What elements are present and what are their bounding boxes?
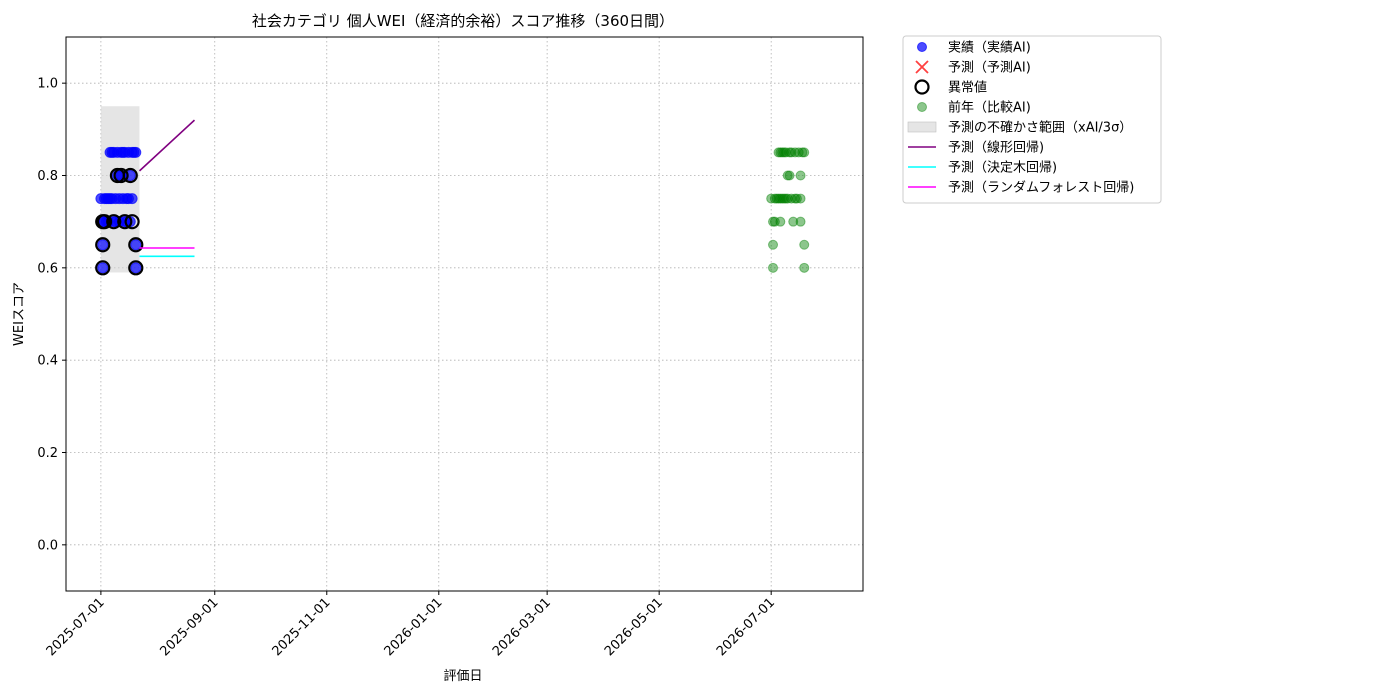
legend-marker-previous_year xyxy=(917,102,927,112)
previous-year-point xyxy=(775,216,786,227)
y-tick-label: 0.6 xyxy=(37,261,58,276)
previous-year-point xyxy=(784,170,795,181)
previous-year-point xyxy=(768,262,779,273)
legend-label-anomaly: 異常値 xyxy=(948,80,987,96)
actual-point xyxy=(97,262,109,274)
legend-label-previous_year: 前年（比較AI) xyxy=(948,100,1031,116)
x-tick-label: 2026-01-01 xyxy=(382,595,446,659)
x-axis-label: 評価日 xyxy=(443,669,482,684)
x-tick-label: 2025-09-01 xyxy=(158,595,222,659)
y-tick-label: 0.0 xyxy=(37,538,58,553)
plot-area: 2025-07-01 2025-09-01 2025-11-01 2026-01-01… xyxy=(37,37,863,659)
legend-label-tree: 予測（決定木回帰) xyxy=(948,160,1057,176)
previous-year-point xyxy=(799,147,810,158)
legend-label-forest: 予測（ランダムフォレスト回帰) xyxy=(948,180,1134,196)
previous-year-point xyxy=(795,170,806,181)
x-tick-label: 2025-07-01 xyxy=(44,595,108,659)
previous-year-point xyxy=(795,193,806,204)
plot-frame xyxy=(65,36,864,592)
x-tick-label: 2025-11-01 xyxy=(270,595,334,659)
chart-title: 社会カテゴリ 個人WEI（経済的余裕）スコア推移（360日間） xyxy=(252,12,674,30)
previous-year-point xyxy=(768,239,779,250)
actual-point xyxy=(97,239,109,251)
legend-label-uncertainty: 予測の不確かさ範囲（xAI/3σ） xyxy=(948,120,1132,136)
prediction-line-linear xyxy=(138,119,196,172)
actual-point xyxy=(130,239,142,251)
legend-frame xyxy=(902,35,1162,204)
chart-figure: 社会カテゴリ 個人WEI（経済的余裕）スコア推移（360日間） 2025-07-… xyxy=(12,12,1162,684)
x-tick-label: 2026-03-01 xyxy=(490,595,554,659)
actual-point xyxy=(130,146,142,158)
actual-point xyxy=(126,193,138,205)
previous-year-point xyxy=(799,239,810,250)
legend-marker-actual xyxy=(917,42,927,52)
x-tick-label: 2026-05-01 xyxy=(602,595,666,659)
y-tick-label: 0.2 xyxy=(37,446,58,461)
actual-point xyxy=(130,262,142,274)
y-tick-label: 1.0 xyxy=(37,77,58,92)
y-tick-label: 0.8 xyxy=(37,169,58,184)
legend-marker-uncertainty xyxy=(907,121,937,133)
x-tick-label: 2026-07-01 xyxy=(714,595,778,659)
legend: 実績（実績AI) 予測（予測AI) 異常値前年（比較AI) 予測の不確かさ範囲（xAI… xyxy=(902,35,1162,204)
previous-year-point xyxy=(799,262,810,273)
y-tick-label: 0.4 xyxy=(37,354,58,369)
previous-year-point xyxy=(795,216,806,227)
legend-label-actual: 実績（実績AI) xyxy=(948,40,1031,56)
legend-label-linear: 予測（線形回帰) xyxy=(948,140,1044,156)
legend-label-predicted: 予測（予測AI) xyxy=(948,61,1031,76)
y-axis-label: WEIスコア xyxy=(12,282,27,346)
